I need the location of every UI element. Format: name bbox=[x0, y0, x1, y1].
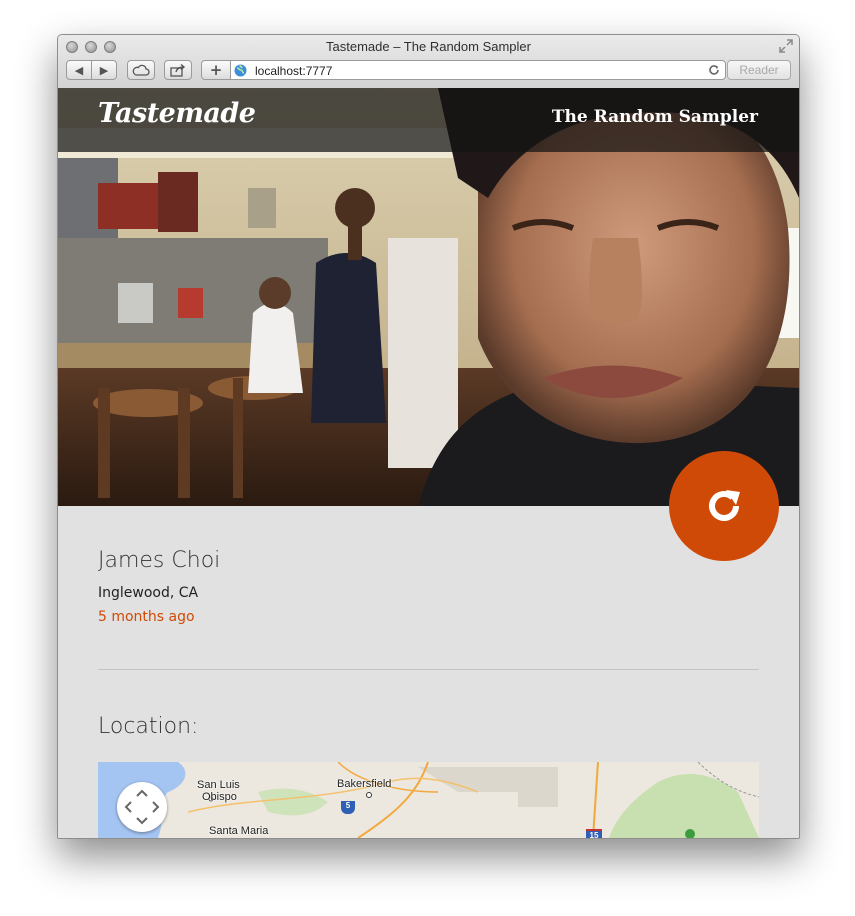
map-tiles bbox=[98, 762, 759, 838]
refresh-button[interactable] bbox=[669, 451, 779, 561]
interstate-5-shield: 5 bbox=[341, 801, 355, 814]
share-button[interactable] bbox=[164, 60, 192, 80]
fullscreen-icon[interactable] bbox=[779, 39, 793, 53]
hero-photo: Tastemade The Random Sampler bbox=[58, 88, 799, 506]
window-title: Tastemade – The Random Sampler bbox=[326, 39, 531, 54]
map-label-bakersfield: Bakersfield bbox=[337, 778, 392, 790]
map-pan-control[interactable] bbox=[117, 782, 167, 832]
location-heading: Location: bbox=[98, 714, 199, 739]
page-content: Tastemade The Random Sampler James Choi … bbox=[58, 88, 799, 838]
profile-time-ago: 5 months ago bbox=[98, 609, 195, 625]
profile-name: James Choi bbox=[98, 548, 221, 573]
site-title: The Random Sampler bbox=[551, 107, 758, 127]
location-map[interactable]: San Luis Obispo Bakersfield Santa Maria … bbox=[98, 762, 759, 838]
top-nav-bar: Tastemade The Random Sampler bbox=[58, 88, 799, 152]
new-tab-button[interactable]: + bbox=[201, 60, 231, 80]
plus-icon: + bbox=[209, 61, 223, 79]
browser-toolbar: Tastemade – The Random Sampler ◀ ▶ + loc… bbox=[58, 35, 799, 89]
forward-button[interactable]: ▶ bbox=[91, 60, 117, 80]
tastemade-logo[interactable]: Tastemade bbox=[98, 98, 256, 129]
triangle-right-icon: ▶ bbox=[99, 63, 109, 77]
triangle-left-icon: ◀ bbox=[74, 63, 84, 77]
share-icon bbox=[170, 63, 186, 77]
map-label-santa-maria: Santa Maria bbox=[209, 825, 269, 837]
map-label-san-luis: San Luis bbox=[197, 779, 240, 791]
icloud-tabs-button[interactable] bbox=[127, 60, 155, 80]
interstate-15-shield: 15 bbox=[586, 829, 602, 838]
profile-location: Inglewood, CA bbox=[98, 585, 199, 601]
globe-icon bbox=[234, 64, 247, 77]
reader-button[interactable]: Reader bbox=[727, 60, 791, 80]
cloud-icon bbox=[132, 64, 150, 76]
reload-icon[interactable] bbox=[708, 64, 720, 76]
section-divider bbox=[98, 669, 759, 670]
browser-window: Tastemade – The Random Sampler ◀ ▶ + loc… bbox=[57, 34, 800, 839]
pan-arrows-icon bbox=[124, 789, 160, 825]
map-label-obispo: Obispo bbox=[202, 791, 237, 803]
back-button[interactable]: ◀ bbox=[66, 60, 92, 80]
url-text[interactable]: localhost:7777 bbox=[255, 64, 332, 78]
refresh-icon bbox=[709, 490, 740, 521]
